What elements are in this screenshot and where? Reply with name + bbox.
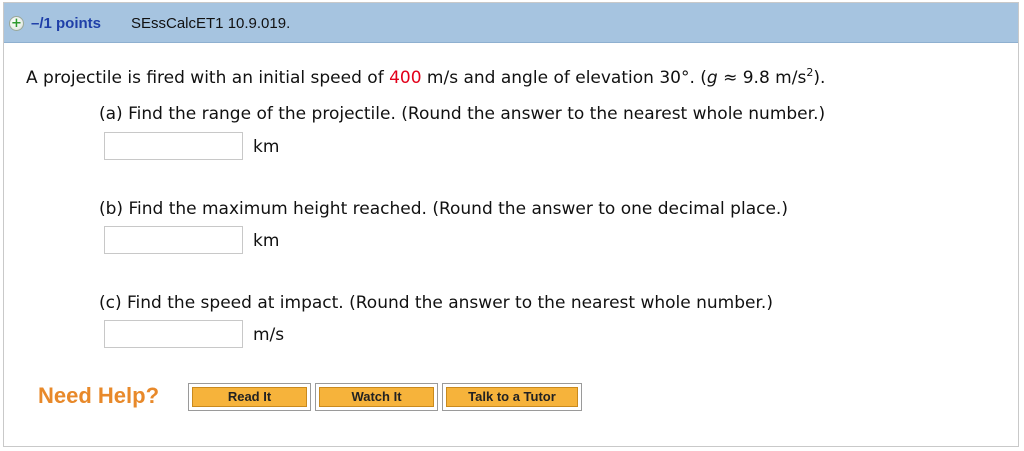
problem-id: SEssCalcET1 10.9.019.	[131, 15, 291, 32]
need-help-label: Need Help?	[38, 383, 160, 408]
part-b-unit: km	[253, 231, 280, 251]
talk-to-tutor-button-label: Talk to a Tutor	[446, 387, 578, 407]
part-c-prompt: (c) Find the speed at impact. (Round the…	[99, 293, 773, 313]
part-a-answer-input[interactable]	[104, 132, 243, 160]
plus-icon[interactable]: +	[9, 16, 24, 31]
part-a-unit: km	[253, 137, 280, 157]
read-it-button[interactable]: Read It	[188, 383, 311, 411]
part-c-unit: m/s	[253, 325, 285, 345]
part-b-prompt: (b) Find the maximum height reached. (Ro…	[99, 199, 788, 219]
part-c-answer-input[interactable]	[104, 320, 243, 348]
question-stem: A projectile is fired with an initial sp…	[26, 66, 825, 88]
g-symbol: g	[706, 68, 718, 88]
part-b-answer-input[interactable]	[104, 226, 243, 254]
watch-it-button-label: Watch It	[319, 387, 434, 407]
initial-speed-value: 400	[389, 68, 422, 88]
stem-close: ).	[813, 68, 826, 88]
part-a-prompt: (a) Find the range of the projectile. (R…	[99, 104, 826, 124]
read-it-button-label: Read It	[192, 387, 307, 407]
talk-to-tutor-button[interactable]: Talk to a Tutor	[442, 383, 582, 411]
stem-text-2: m/s and angle of elevation 30°. (	[421, 68, 707, 88]
question-panel: + –/1 points SEssCalcET1 10.9.019. A pro…	[3, 2, 1019, 447]
watch-it-button[interactable]: Watch It	[315, 383, 438, 411]
question-header: + –/1 points SEssCalcET1 10.9.019.	[4, 3, 1018, 43]
points-label: –/1 points	[31, 15, 102, 32]
stem-text: A projectile is fired with an initial sp…	[26, 68, 390, 88]
gravity-approx: ≈ 9.8 m/s	[717, 68, 807, 88]
